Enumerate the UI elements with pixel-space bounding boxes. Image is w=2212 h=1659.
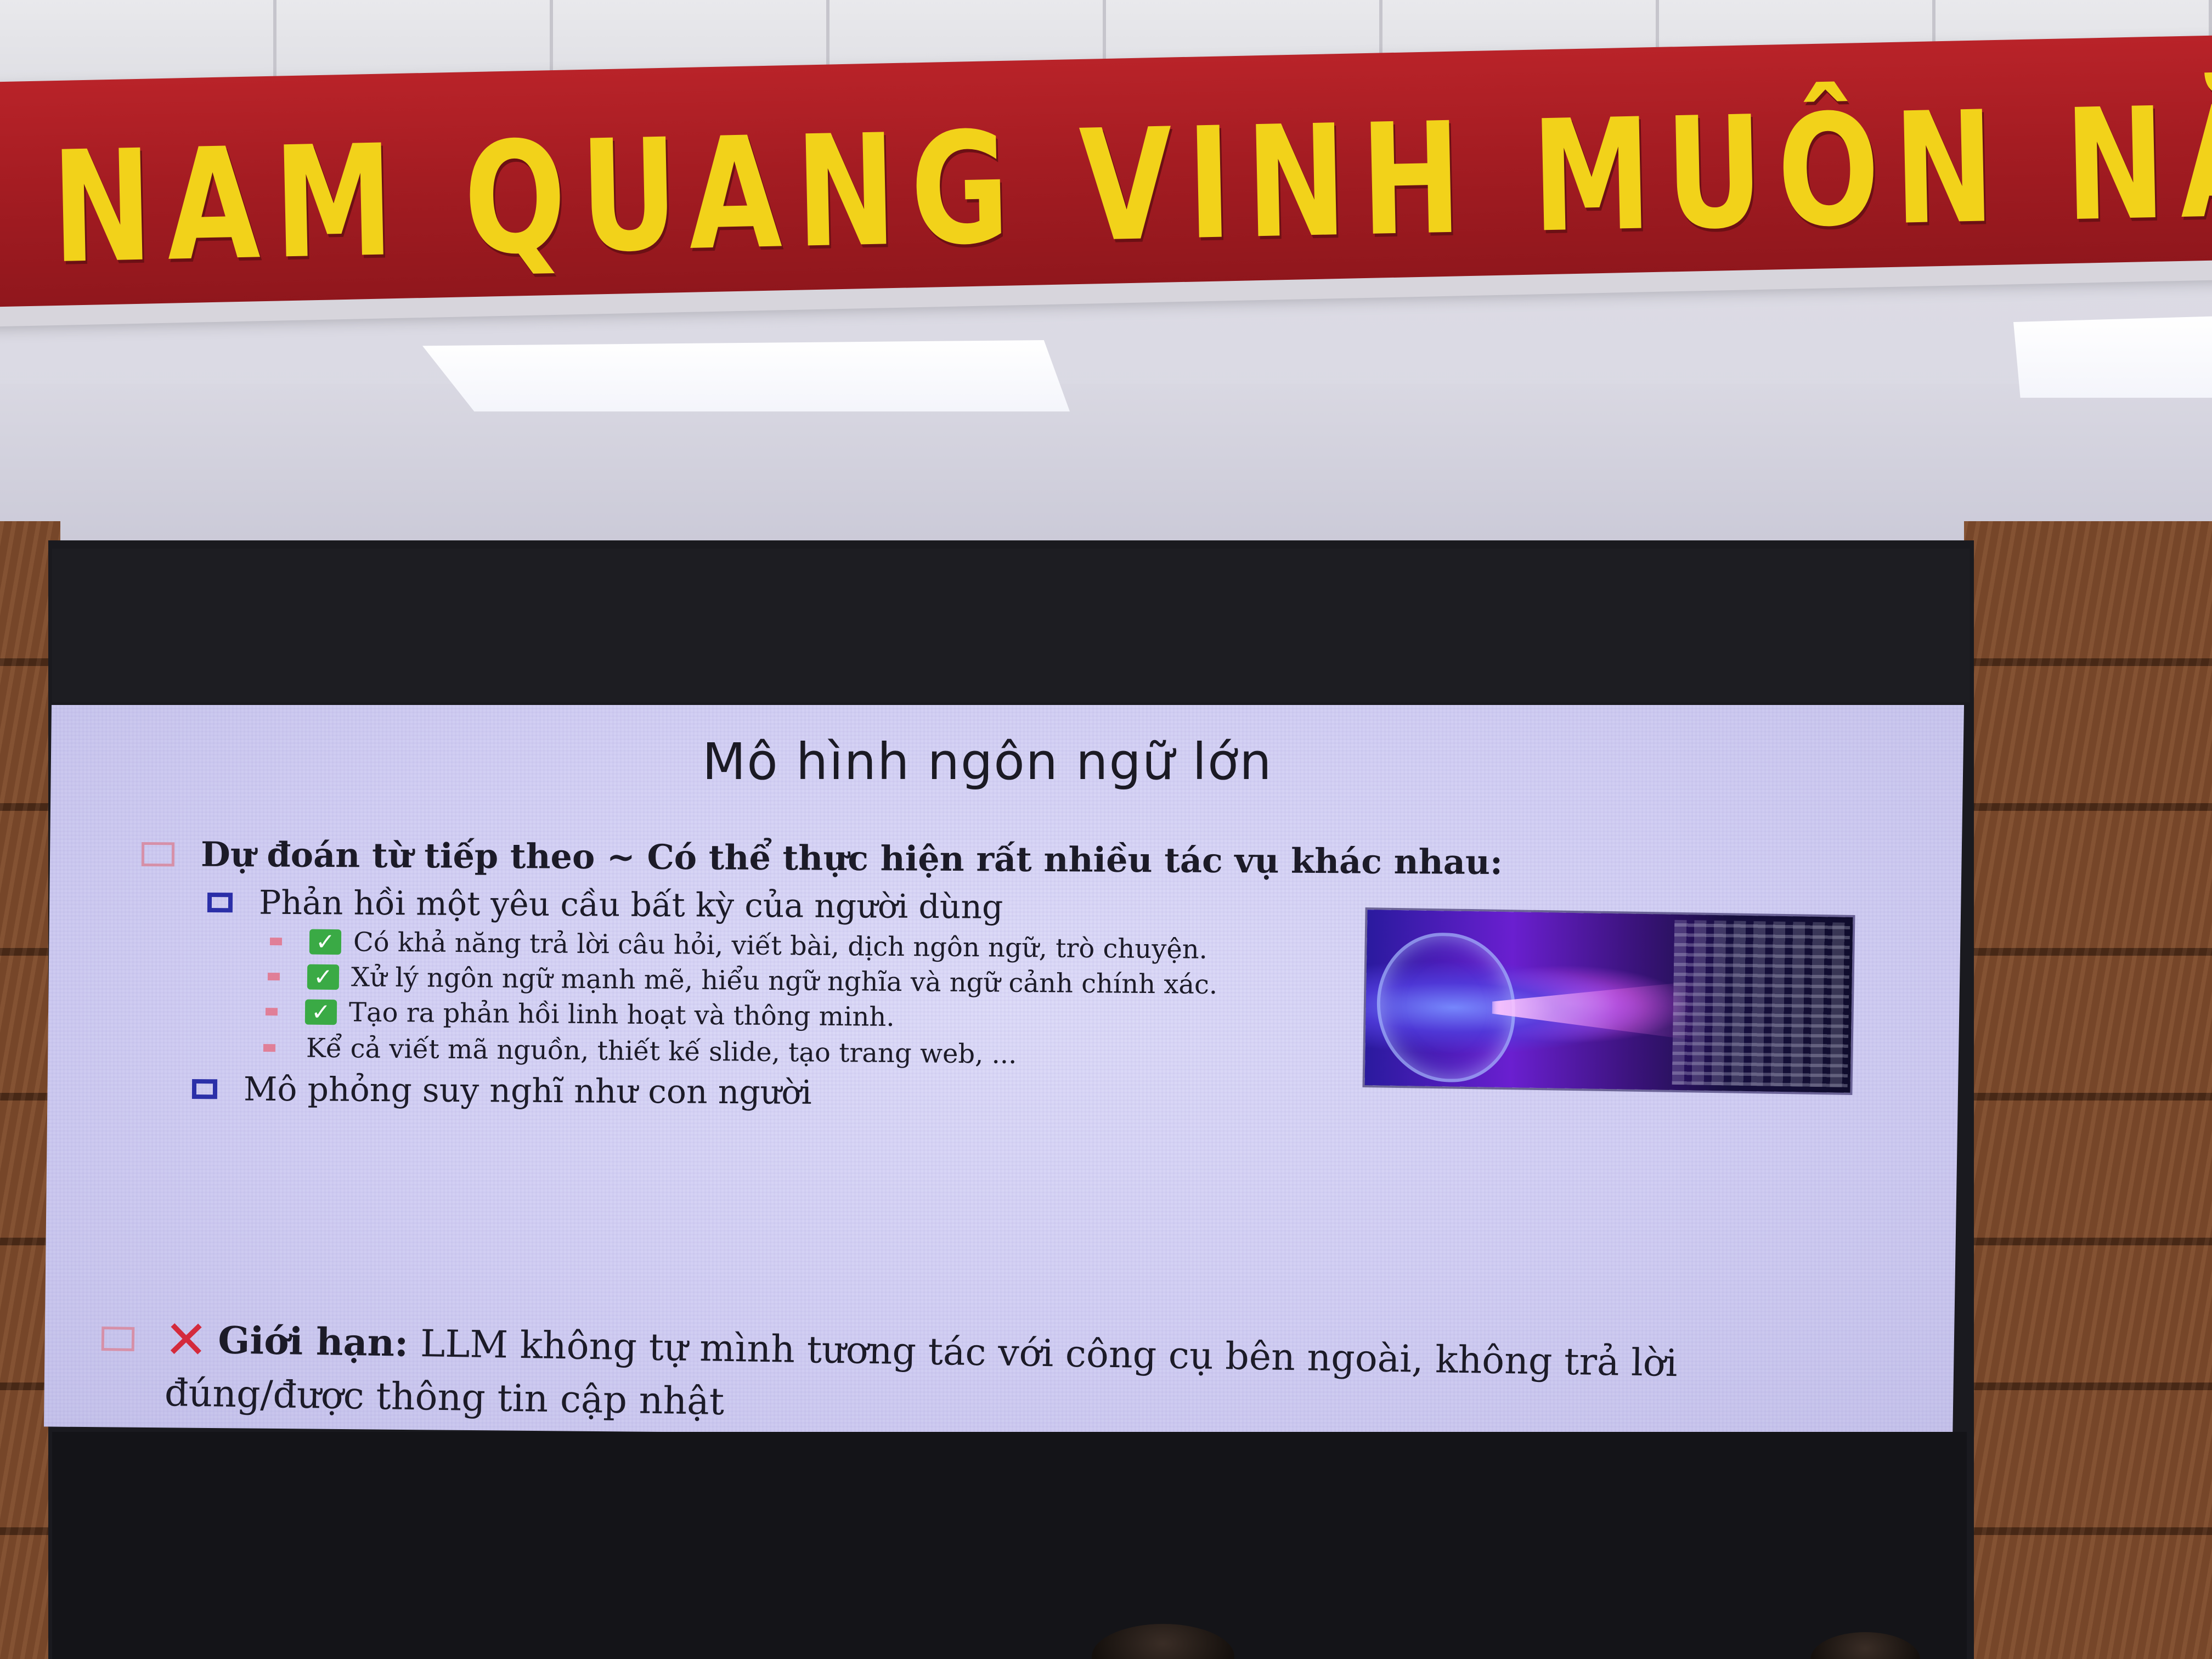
limitation-continuation: đúng/được thông tin cập nhật xyxy=(164,1372,724,1424)
bullet-dot-icon xyxy=(265,1008,278,1016)
brain-illustration xyxy=(1364,910,1853,1093)
photo-scene: NAM QUANG VINH MUÔN NĂM Mô hình ngôn ngữ… xyxy=(0,0,2212,1659)
wall xyxy=(0,384,2212,543)
ceiling-light xyxy=(2013,315,2212,398)
bullet-square-icon xyxy=(191,1079,218,1099)
slide-title: Mô hình ngôn ngữ lớn xyxy=(702,732,1273,791)
screen-top-bezel xyxy=(52,549,1970,702)
cross-mark-icon: ✕ xyxy=(163,1308,209,1372)
light-beam xyxy=(1492,978,1701,1041)
sub-bullet-text: Mô phỏng suy nghĩ như con người xyxy=(243,1070,812,1112)
bullet-dot-icon xyxy=(269,938,283,946)
bullet-square-icon xyxy=(141,842,175,866)
check-mark-icon: ✓ xyxy=(309,928,342,955)
sub-bullet-text: Phản hồi một yêu cầu bất kỳ của người dù… xyxy=(258,883,1003,927)
limitation-label: Giới hạn: xyxy=(217,1318,409,1365)
list-item: Kể cả viết mã nguồn, thiết kế slide, tạo… xyxy=(263,1032,1017,1070)
banner-slogan: NAM QUANG VINH MUÔN NĂM xyxy=(50,69,2212,298)
list-item-text: Tạo ra phản hồi linh hoạt và thông minh. xyxy=(348,997,895,1033)
check-mark-icon: ✓ xyxy=(307,963,340,990)
list-item-text: Kể cả viết mã nguồn, thiết kế slide, tạo… xyxy=(306,1032,1017,1070)
screen-bottom-bezel xyxy=(52,1432,1967,1659)
sub-bullet: Mô phỏng suy nghĩ như con người xyxy=(191,1070,812,1112)
word-cloud xyxy=(1672,919,1850,1087)
check-mark-icon: ✓ xyxy=(304,998,337,1025)
wood-panel-right xyxy=(1964,521,2212,1659)
main-bullet-text: Dự đoán từ tiếp theo ~ Có thể thực hiện … xyxy=(200,834,1503,883)
bullet-dot-icon xyxy=(263,1044,276,1052)
bullet-square-icon xyxy=(207,893,233,913)
ceiling-light xyxy=(422,340,1070,411)
list-item: ✓ Tạo ra phản hồi linh hoạt và thông min… xyxy=(265,996,895,1033)
sub-bullet: Phản hồi một yêu cầu bất kỳ của người dù… xyxy=(207,883,1003,927)
bullet-dot-icon xyxy=(267,973,280,981)
limitation-text-line-2: đúng/được thông tin cập nhật xyxy=(164,1372,725,1424)
bullet-square-icon xyxy=(101,1327,135,1351)
main-bullet: Dự đoán từ tiếp theo ~ Có thể thực hiện … xyxy=(141,834,1503,883)
